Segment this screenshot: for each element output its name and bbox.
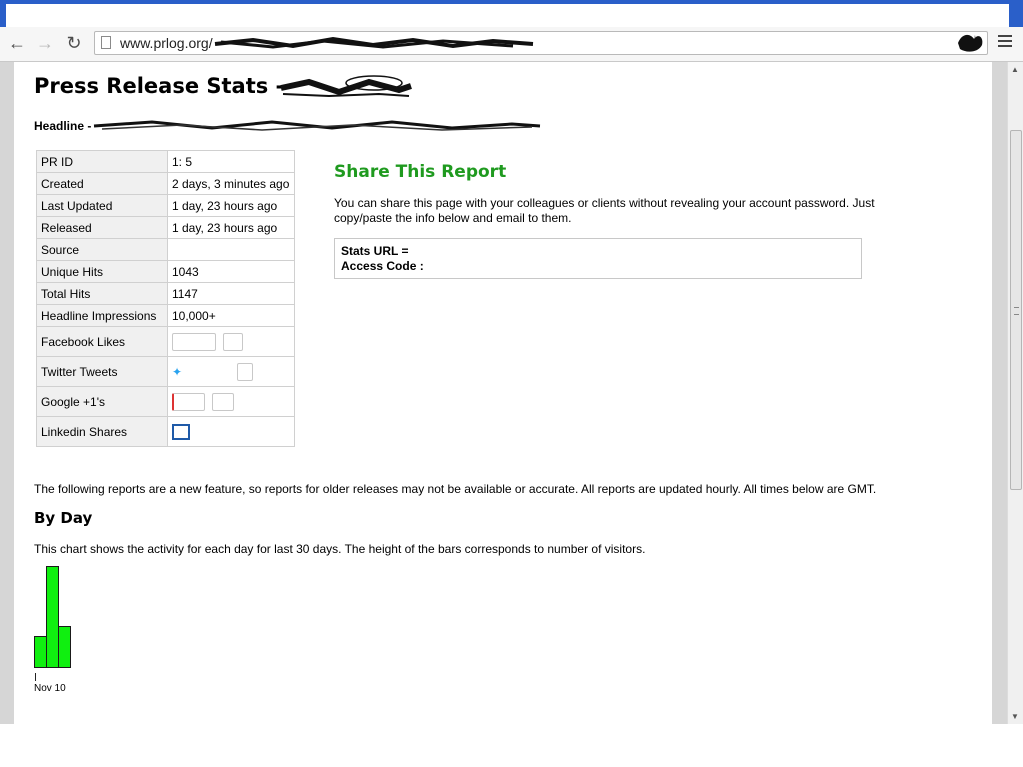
table-row: PR ID 1: 5 <box>36 150 295 173</box>
page-icon <box>101 36 111 49</box>
stat-value: 1043 <box>167 260 295 283</box>
tweet-button[interactable] <box>185 362 230 381</box>
access-code-label[interactable]: Access Code : <box>341 259 855 274</box>
page-bottom-area <box>0 724 1023 767</box>
vertical-scrollbar[interactable]: ▲ ▼ <box>1007 62 1023 724</box>
plusone-button[interactable] <box>172 392 205 411</box>
window-frame-left <box>0 0 6 27</box>
stat-value: 2 days, 3 minutes ago <box>167 172 295 195</box>
page-viewport: Press Release Stats - Headline - PR ID 1… <box>0 62 1007 724</box>
facebook-like-widget[interactable] <box>167 326 295 357</box>
table-row: Created 2 days, 3 minutes ago <box>36 172 295 195</box>
twitter-tweet-widget[interactable]: ✦ <box>167 356 295 387</box>
tweet-count <box>236 362 253 381</box>
scroll-down-arrow-icon[interactable]: ▼ <box>1011 712 1019 721</box>
chart-description: This chart shows the activity for each d… <box>34 542 646 556</box>
x-axis-tick <box>35 673 36 681</box>
facebook-like-count <box>223 332 244 351</box>
stat-label: Total Hits <box>36 282 168 305</box>
chart-bar <box>58 626 71 668</box>
table-row: Released 1 day, 23 hours ago <box>36 216 295 239</box>
table-row: Last Updated 1 day, 23 hours ago <box>36 194 295 217</box>
stat-label: Headline Impressions <box>36 304 168 327</box>
linkedin-share-widget[interactable] <box>167 416 295 447</box>
stat-value: 1 day, 23 hours ago <box>167 194 295 217</box>
redaction-scribble <box>214 36 534 49</box>
stat-label: Last Updated <box>36 194 168 217</box>
table-row: Total Hits 1147 <box>36 282 295 305</box>
menu-icon[interactable] <box>998 35 1012 49</box>
scrollbar-grip-icon <box>1014 307 1019 315</box>
stats-url-label[interactable]: Stats URL = <box>341 244 855 259</box>
extension-icon[interactable] <box>956 31 986 55</box>
stat-label: Twitter Tweets <box>36 356 168 387</box>
stat-value <box>167 238 295 261</box>
table-row: Headline Impressions 10,000+ <box>36 304 295 327</box>
x-tick-label: Nov 10 <box>34 683 66 694</box>
stat-label: Facebook Likes <box>36 326 168 357</box>
google-plusone-widget[interactable] <box>167 386 295 417</box>
stat-label: Unique Hits <box>36 260 168 283</box>
reports-notice: The following reports are a new feature,… <box>34 482 877 496</box>
reload-icon[interactable]: ↻ <box>63 32 85 54</box>
window-frame-right <box>1009 0 1023 27</box>
table-row: Twitter Tweets ✦ <box>36 356 295 387</box>
facebook-like-button[interactable] <box>172 332 216 351</box>
url-text[interactable]: www.prlog.org/ <box>120 35 213 51</box>
redaction-scribble <box>93 120 541 131</box>
share-report-title: Share This Report <box>334 162 507 182</box>
linkedin-icon[interactable] <box>172 423 190 440</box>
stat-label: Released <box>36 216 168 239</box>
stat-label: Google +1's <box>36 386 168 417</box>
back-icon[interactable]: ← <box>6 32 28 54</box>
stat-label: PR ID <box>36 150 168 173</box>
stat-label: Created <box>36 172 168 195</box>
window-frame <box>0 0 1023 4</box>
page-title: Press Release Stats - <box>34 74 285 98</box>
stat-value: 10,000+ <box>167 304 295 327</box>
stat-label: Source <box>36 238 168 261</box>
by-day-heading: By Day <box>34 509 93 527</box>
table-row: Source <box>36 238 295 261</box>
window-top-band <box>0 0 1023 27</box>
browser-toolbar: ← → ↻ www.prlog.org/ ☆ <box>0 27 1023 62</box>
table-row: Google +1's <box>36 386 295 417</box>
scrollbar-thumb[interactable] <box>1010 130 1022 490</box>
daily-visitors-chart: Nov 10 <box>34 566 94 694</box>
stat-value: 1147 <box>167 282 295 305</box>
twitter-bird-icon[interactable]: ✦ <box>172 365 182 379</box>
stat-value: 1: 5 <box>167 150 295 173</box>
scroll-up-arrow-icon[interactable]: ▲ <box>1011 65 1019 74</box>
address-bar[interactable]: www.prlog.org/ ☆ <box>94 31 988 55</box>
plusone-count <box>212 392 235 411</box>
stats-table: PR ID 1: 5 Created 2 days, 3 minutes ago… <box>36 150 295 447</box>
share-description: You can share this page with your collea… <box>334 196 875 225</box>
table-row: Facebook Likes <box>36 326 295 357</box>
redaction-scribble <box>280 75 412 98</box>
share-info-box: Stats URL = Access Code : <box>334 238 862 279</box>
stat-value: 1 day, 23 hours ago <box>167 216 295 239</box>
page-content: Press Release Stats - Headline - PR ID 1… <box>14 62 992 724</box>
forward-icon[interactable]: → <box>34 32 56 54</box>
table-row: Linkedin Shares <box>36 416 295 447</box>
linkedin-share-count <box>193 422 232 441</box>
table-row: Unique Hits 1043 <box>36 260 295 283</box>
stat-label: Linkedin Shares <box>36 416 168 447</box>
headline-label: Headline - <box>34 119 92 133</box>
